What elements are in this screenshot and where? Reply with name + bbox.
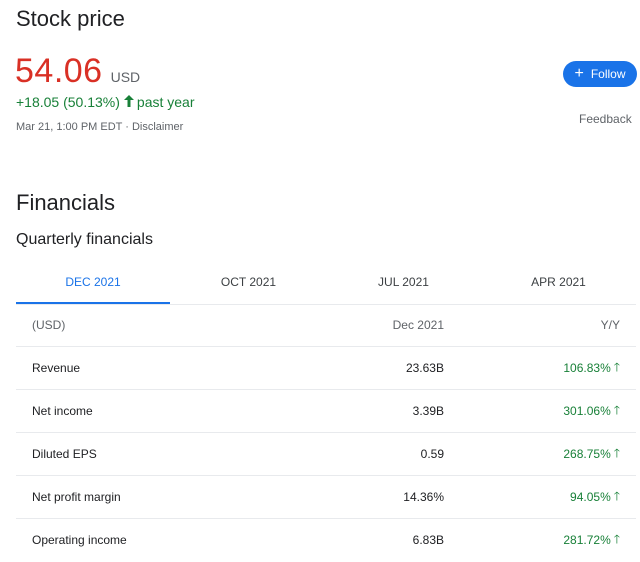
disclaimer-link[interactable]: Disclaimer bbox=[132, 121, 183, 133]
table-row: Net income 3.39B 301.06% 🡑 bbox=[16, 390, 636, 433]
tab-jul-2021[interactable]: JUL 2021 bbox=[326, 262, 481, 302]
table-row: Diluted EPS 0.59 268.75% 🡑 bbox=[16, 433, 636, 476]
timestamp: Mar 21, 1:00 PM EDT bbox=[16, 121, 123, 133]
current-price: 54.06 bbox=[15, 52, 103, 90]
plus-icon: + bbox=[574, 65, 584, 82]
quarter-tabs: DEC 2021 OCT 2021 JUL 2021 APR 2021 bbox=[16, 262, 636, 305]
financials-title: Financials bbox=[16, 190, 116, 215]
row-label: Revenue bbox=[32, 361, 81, 375]
change-period: past year bbox=[136, 94, 195, 110]
arrow-up-icon: 🡑 bbox=[613, 359, 620, 374]
row-change-value: 268.75% bbox=[563, 447, 611, 461]
yoy-header: Y/Y bbox=[600, 318, 620, 332]
row-value: 0.59 bbox=[420, 447, 444, 461]
arrow-up-icon: 🡑 bbox=[613, 531, 620, 546]
table-header-row: (USD) Dec 2021 Y/Y bbox=[16, 304, 636, 347]
currency-label: USD bbox=[110, 69, 141, 85]
change-value: +18.05 (50.13%) bbox=[16, 94, 120, 110]
row-label: Diluted EPS bbox=[32, 447, 97, 461]
tab-oct-2021[interactable]: OCT 2021 bbox=[171, 262, 326, 302]
follow-label: Follow bbox=[590, 67, 626, 81]
row-change-value: 301.06% bbox=[563, 404, 611, 418]
row-value: 3.39B bbox=[412, 404, 444, 418]
row-label: Net income bbox=[32, 404, 93, 418]
stock-price-title: Stock price bbox=[16, 6, 125, 31]
row-label: Net profit margin bbox=[32, 490, 121, 504]
arrow-up-icon: 🡑 bbox=[613, 488, 620, 503]
row-change: 268.75% 🡑 bbox=[563, 433, 620, 475]
tab-dec-2021[interactable]: DEC 2021 bbox=[16, 262, 170, 304]
table-row: Revenue 23.63B 106.83% 🡑 bbox=[16, 347, 636, 390]
row-change: 106.83% 🡑 bbox=[563, 347, 620, 389]
price-display: 54.06 USD bbox=[15, 52, 140, 91]
row-change: 301.06% 🡑 bbox=[563, 390, 620, 432]
row-label: Operating income bbox=[32, 533, 127, 547]
timestamp-line: Mar 21, 1:00 PM EDT · Disclaimer bbox=[16, 121, 183, 133]
arrow-up-icon: 🡑 bbox=[613, 445, 620, 460]
tab-apr-2021[interactable]: APR 2021 bbox=[481, 262, 636, 302]
row-change-value: 281.72% bbox=[563, 533, 611, 547]
financials-table: (USD) Dec 2021 Y/Y Revenue 23.63B 106.83… bbox=[16, 304, 636, 561]
table-row: Operating income 6.83B 281.72% 🡑 bbox=[16, 519, 636, 561]
separator-dot: · bbox=[125, 121, 129, 133]
row-value: 14.36% bbox=[403, 490, 444, 504]
period-header: Dec 2021 bbox=[392, 318, 444, 332]
row-change-value: 94.05% bbox=[570, 490, 611, 504]
row-value: 23.63B bbox=[405, 361, 444, 375]
unit-header: (USD) bbox=[32, 318, 66, 332]
feedback-link[interactable]: Feedback bbox=[579, 112, 632, 126]
price-change: +18.05 (50.13%) past year bbox=[16, 94, 195, 110]
quarterly-financials-title: Quarterly financials bbox=[16, 231, 153, 248]
row-change: 281.72% 🡑 bbox=[563, 519, 620, 561]
arrow-up-icon: 🡑 bbox=[613, 402, 620, 417]
arrow-up-icon bbox=[123, 94, 134, 110]
row-change: 94.05% 🡑 bbox=[570, 476, 620, 518]
table-row: Net profit margin 14.36% 94.05% 🡑 bbox=[16, 476, 636, 519]
row-value: 6.83B bbox=[412, 533, 444, 547]
row-change-value: 106.83% bbox=[563, 361, 611, 375]
follow-button[interactable]: + Follow bbox=[563, 61, 637, 87]
